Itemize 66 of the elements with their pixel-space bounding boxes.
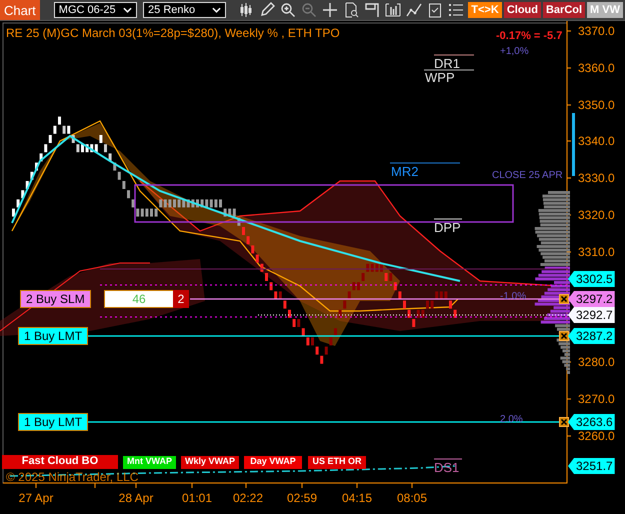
order-label[interactable]: 1 Buy LMT bbox=[18, 413, 88, 431]
indicator-button[interactable]: US ETH OR bbox=[308, 456, 366, 469]
time-label: 27 Apr bbox=[18, 491, 54, 505]
crosshair-icon[interactable] bbox=[322, 2, 338, 18]
cancel-order-icon[interactable] bbox=[559, 331, 569, 341]
clipboard-icon[interactable] bbox=[427, 2, 444, 18]
time-label: 02:59 bbox=[286, 491, 318, 505]
price-marker: 3251.7 bbox=[568, 458, 615, 474]
order-label[interactable]: 1 Buy LMT bbox=[18, 327, 88, 345]
order-count: 2 bbox=[173, 290, 189, 308]
chart-title: RE 25 (M)GC March 03(1%=28p=$280), Weekly % , ETH TPO bbox=[6, 26, 340, 40]
time-label: 02:22 bbox=[232, 491, 264, 505]
time-label: 28 Apr bbox=[118, 491, 154, 505]
indicator-button[interactable]: Fast Cloud BO bbox=[2, 455, 118, 469]
level-line bbox=[390, 162, 460, 164]
price-tick-label: 3370.0 bbox=[578, 24, 615, 38]
caret-icon bbox=[123, 7, 132, 13]
price-tick-label: 3340.0 bbox=[578, 134, 615, 148]
price-marker: 3287.2 bbox=[568, 328, 615, 344]
level-label: DS1 bbox=[434, 461, 460, 474]
time-label: 08:05 bbox=[396, 491, 428, 505]
bar-type-dropdown[interactable]: 25 Renko bbox=[143, 2, 226, 18]
indicator-button[interactable]: Day VWAP bbox=[244, 456, 302, 469]
level-line bbox=[434, 54, 474, 56]
price-tick-label: 3270.0 bbox=[578, 392, 615, 406]
price-tick-label: 3330.0 bbox=[578, 171, 615, 185]
price-tick-label: 3360.0 bbox=[578, 61, 615, 75]
caret-icon bbox=[212, 7, 222, 13]
level-label: DPP bbox=[434, 221, 461, 234]
level-line bbox=[434, 458, 462, 460]
price-tick-label: 3280.0 bbox=[578, 355, 615, 369]
price-tick-label: 3260.0 bbox=[578, 429, 615, 443]
zoom-in-icon[interactable] bbox=[280, 2, 296, 18]
indicator-button[interactable]: BarCol bbox=[542, 2, 586, 18]
level-label: CLOSE 25 APR bbox=[492, 171, 563, 181]
order-label[interactable]: 2 Buy SLM bbox=[20, 290, 91, 308]
price-marker: 3302.5 bbox=[568, 271, 615, 287]
zoom-out-icon[interactable] bbox=[301, 2, 318, 18]
time-label: 04:15 bbox=[340, 491, 374, 505]
indicator-button[interactable]: Cloud bbox=[504, 2, 541, 18]
price-tick-label: 3320.0 bbox=[578, 208, 615, 222]
price-tick-label: 3310.0 bbox=[578, 245, 615, 259]
bracket-icon[interactable] bbox=[364, 2, 380, 18]
list-icon[interactable] bbox=[448, 2, 464, 18]
instrument-dropdown[interactable]: MGC 06-25 bbox=[54, 2, 138, 18]
price-marker: 3297.2 bbox=[568, 291, 615, 307]
level-label: +1,0% bbox=[500, 47, 529, 57]
copyright-text: © 2025 NinjaTrader, LLC bbox=[6, 470, 138, 484]
document-search-icon[interactable] bbox=[343, 2, 360, 18]
price-tick-label: 3350.0 bbox=[578, 98, 615, 112]
candlestick-icon[interactable] bbox=[238, 2, 254, 18]
bar-chart-icon[interactable] bbox=[385, 2, 402, 18]
cancel-order-icon[interactable] bbox=[559, 294, 569, 304]
level-label: DR1 bbox=[434, 57, 460, 70]
line-chart-icon[interactable] bbox=[406, 2, 422, 18]
level-label: MR2 bbox=[391, 165, 418, 178]
price-marker: 3263.6 bbox=[568, 414, 615, 430]
chart-menu-button[interactable]: Chart bbox=[0, 0, 40, 20]
level-line bbox=[434, 218, 462, 220]
price-marker: 3292.7 bbox=[568, 307, 615, 323]
pencil-icon[interactable] bbox=[259, 2, 276, 18]
level-label: WPP bbox=[425, 71, 455, 84]
indicator-button[interactable]: Wkly VWAP bbox=[181, 456, 239, 469]
time-label: 01:01 bbox=[180, 491, 214, 505]
change-readout: -0.17% = -5.7 bbox=[496, 30, 562, 42]
cancel-order-icon[interactable] bbox=[559, 417, 569, 427]
